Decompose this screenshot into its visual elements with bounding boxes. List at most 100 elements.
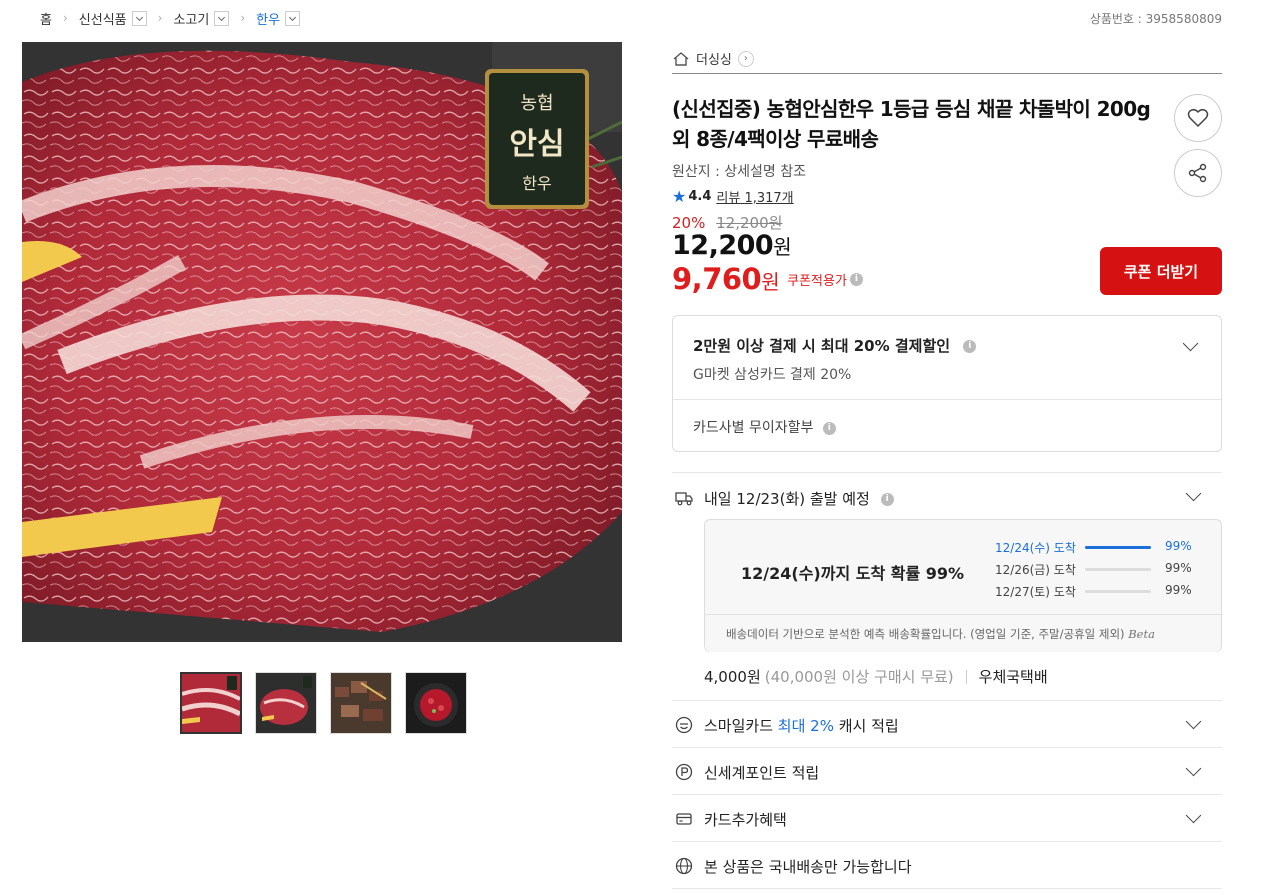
delivery-schedule-text[interactable]: 내일 12/23(화) 출발 예정	[704, 490, 870, 508]
divider	[672, 747, 1222, 748]
shinsegae-point[interactable]: 신세계포인트 적립	[704, 762, 819, 783]
store-name[interactable]: 더싱싱	[696, 49, 732, 68]
breadcrumb-separator-icon: ›	[240, 11, 246, 25]
arrival-probability-row: 12/24(수) 도착 99%	[995, 539, 1195, 556]
shipping-fee-condition: (40,000원 이상 구매시 무료)	[764, 668, 954, 686]
payment-discount-title-text[interactable]: 2만원 이상 결제 시 최대 20% 결제할인	[693, 337, 950, 355]
coupon-price-label: 쿠폰적용가	[787, 273, 847, 289]
chevron-down-icon[interactable]	[214, 10, 230, 26]
thumbnail-2[interactable]	[255, 672, 317, 734]
review-count[interactable]: 1,317개	[744, 191, 793, 206]
coupon-more-button[interactable]: 쿠폰 더받기	[1100, 247, 1222, 295]
divider	[672, 794, 1222, 795]
coupon-price-unit: 원	[761, 270, 780, 294]
globe-icon	[675, 857, 693, 875]
delivery-note: 배송데이터 기반으로 분석한 예측 배송확률입니다. (영업일 기준, 주말/공…	[705, 614, 1221, 652]
domestic-shipping-notice: 본 상품은 국내배송만 가능합니다	[704, 858, 912, 876]
divider	[965, 669, 967, 684]
badge-text-main: 안심	[509, 127, 564, 162]
heart-icon	[1187, 108, 1209, 128]
rating: ★ 4.4 리뷰 1,317개	[672, 187, 1222, 206]
product-number: 상품번호 : 3958580809	[1089, 12, 1222, 26]
breadcrumb-hanwoo[interactable]: 한우	[256, 9, 280, 28]
chevron-down-icon[interactable]	[1182, 335, 1199, 352]
arrival-date-label: 12/27(토) 도착	[995, 585, 1076, 599]
divider	[673, 399, 1221, 400]
chevron-down-icon[interactable]	[1185, 713, 1202, 730]
probability-bar	[1085, 546, 1151, 549]
info-icon[interactable]: i	[849, 272, 863, 286]
breadcrumb-fresh-food[interactable]: 신선식품	[79, 9, 127, 28]
smile-card-suffix[interactable]: 캐시 적립	[839, 717, 899, 735]
product-main-image[interactable]: 농협 안심 한우	[22, 42, 622, 642]
breadcrumb-home[interactable]: 홈	[40, 9, 52, 28]
smile-icon	[675, 716, 693, 734]
coupon-price: 9,760원	[672, 262, 780, 296]
breadcrumb-beef[interactable]: 소고기	[173, 9, 209, 28]
info-icon[interactable]: i	[880, 493, 894, 506]
arrival-date-label: 12/24(수) 도착	[995, 541, 1076, 555]
delivery-schedule[interactable]: 내일 12/23(화) 출발 예정 i	[704, 488, 894, 509]
payment-discount-box: 2만원 이상 결제 시 최대 20% 결제할인 i G마켓 삼성카드 결제 20…	[672, 315, 1222, 452]
smile-card-label[interactable]: 스마일카드	[704, 717, 773, 735]
chevron-down-icon[interactable]	[1185, 760, 1202, 777]
product-title: (신선집중) 농협안심한우 1등급 등심 채끝 차돌박이 200g 외 8종/4…	[672, 97, 1151, 151]
smile-card-benefit[interactable]: 스마일카드 최대 2% 캐시 적립	[704, 715, 899, 736]
installment-label[interactable]: 카드사별 무이자할부	[693, 420, 813, 436]
breadcrumb: 홈 › 신선식품 › 소고기 › 한우	[40, 8, 301, 28]
breadcrumb-separator-icon: ›	[62, 11, 68, 25]
chevron-down-icon[interactable]	[1185, 807, 1202, 824]
probability-bar	[1085, 568, 1151, 571]
sale-price-unit: 원	[773, 235, 792, 259]
divider	[672, 841, 1222, 842]
info-icon[interactable]: i	[963, 340, 977, 353]
shipping-fee: 4,000원	[704, 668, 761, 686]
home-icon	[673, 51, 689, 66]
coupon-price-value: 9,760	[672, 262, 762, 296]
arrival-probability-row: 12/27(토) 도착 99%	[995, 583, 1195, 600]
thumbnail-4[interactable]	[405, 672, 467, 734]
probability-percent: 99%	[1165, 561, 1192, 575]
probability-percent: 99%	[1165, 583, 1192, 597]
badge-text-top: 농협	[520, 93, 553, 114]
sale-price-value: 12,200	[672, 230, 774, 261]
chevron-down-icon[interactable]	[131, 10, 147, 26]
thumbnail-1[interactable]	[180, 672, 242, 734]
chevron-down-icon[interactable]	[1185, 485, 1202, 502]
payment-discount-sub: G마켓 삼성카드 결제 20%	[693, 367, 852, 383]
divider	[672, 472, 1222, 473]
thumbnail-list	[180, 672, 467, 734]
smile-card-highlight[interactable]: 최대 2%	[778, 717, 834, 735]
star-icon: ★	[672, 187, 687, 206]
point-icon	[675, 763, 693, 781]
beta-label: Beta	[1128, 627, 1155, 641]
arrival-date-label: 12/26(금) 도착	[995, 563, 1076, 577]
breadcrumb-separator-icon: ›	[157, 11, 163, 25]
review-label[interactable]: 리뷰	[716, 191, 740, 206]
store-row[interactable]: 더싱싱 ›	[672, 44, 1222, 74]
probability-percent: 99%	[1165, 539, 1192, 553]
chevron-right-icon[interactable]: ›	[737, 50, 754, 67]
info-icon[interactable]: i	[822, 421, 836, 435]
chevron-down-icon[interactable]	[285, 10, 301, 26]
wishlist-button[interactable]	[1174, 94, 1222, 142]
payment-discount-title[interactable]: 2만원 이상 결제 시 최대 20% 결제할인 i	[693, 335, 977, 356]
arrival-probability-headline: 12/24(수)까지 도착 확률 99%	[741, 564, 965, 583]
installment-info[interactable]: 카드사별 무이자할부 i	[693, 417, 836, 437]
truck-icon	[675, 492, 693, 506]
carrier: 우체국택배	[978, 668, 1048, 686]
thumbnail-3[interactable]	[330, 672, 392, 734]
shipping-fee-row: 4,000원 (40,000원 이상 구매시 무료) 우체국택배	[704, 666, 1048, 687]
delivery-note-text: 배송데이터 기반으로 분석한 예측 배송확률입니다. (영업일 기준, 주말/공…	[726, 627, 1125, 641]
review-link[interactable]: 리뷰 1,317개	[716, 187, 793, 206]
rating-score: 4.4	[688, 189, 712, 204]
arrival-probability-row: 12/26(금) 도착 99%	[995, 561, 1195, 578]
card-extra-benefit[interactable]: 카드추가혜택	[704, 809, 787, 830]
probability-bar	[1085, 590, 1151, 593]
divider	[672, 700, 1222, 701]
divider	[672, 888, 1222, 889]
origin-text: 원산지 : 상세설명 참조	[672, 164, 806, 180]
badge-text-bottom: 한우	[522, 174, 551, 193]
probability-bar-fill	[1085, 546, 1151, 549]
card-icon	[676, 813, 692, 825]
